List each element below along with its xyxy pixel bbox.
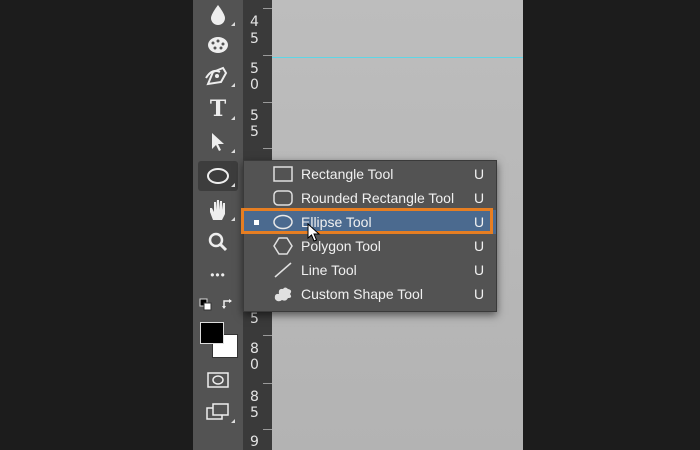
ruler-tick bbox=[263, 429, 272, 430]
tool-group-indicator bbox=[231, 217, 235, 221]
menu-item-line-tool[interactable]: Line Tool U bbox=[244, 258, 496, 282]
menu-item-rounded-rectangle-tool[interactable]: Rounded Rectangle Tool U bbox=[244, 186, 496, 210]
ellipse-icon bbox=[272, 213, 294, 231]
blur-tool[interactable] bbox=[198, 0, 238, 30]
menu-item-ellipse-tool[interactable]: Ellipse Tool U bbox=[244, 210, 496, 234]
custom-shape-icon bbox=[272, 285, 294, 303]
path-selection-tool[interactable] bbox=[198, 127, 238, 157]
default-colors-icon[interactable] bbox=[199, 298, 213, 312]
ellipse-icon bbox=[207, 168, 229, 184]
ruler-digit: 5 bbox=[250, 124, 259, 140]
ruler-digit: 9 bbox=[250, 434, 259, 450]
hand-tool[interactable] bbox=[198, 195, 238, 225]
workspace-background-right bbox=[523, 0, 700, 450]
arrow-icon bbox=[212, 133, 224, 151]
type-tool[interactable]: T bbox=[198, 94, 238, 124]
menu-item-label: Custom Shape Tool bbox=[301, 286, 423, 302]
ruler-tick bbox=[263, 8, 272, 9]
foreground-color-swatch[interactable] bbox=[200, 322, 224, 344]
menu-item-shortcut: U bbox=[474, 286, 485, 302]
ruler-digit: 5 bbox=[250, 61, 259, 77]
ruler-digit: 0 bbox=[250, 77, 259, 93]
ellipse-tool[interactable] bbox=[198, 161, 238, 191]
rectangle-icon bbox=[272, 165, 294, 183]
quick-mask-mode[interactable] bbox=[198, 365, 238, 395]
screen-mode-icon bbox=[206, 403, 229, 420]
tool-group-indicator bbox=[231, 149, 235, 153]
ruler-digit: 0 bbox=[250, 357, 259, 373]
ruler-tick bbox=[263, 55, 272, 56]
menu-item-shortcut: U bbox=[474, 166, 485, 182]
ruler-tick bbox=[263, 102, 272, 103]
pen-tool[interactable] bbox=[198, 61, 238, 91]
selected-indicator bbox=[254, 220, 259, 225]
sponge-icon bbox=[208, 37, 228, 53]
menu-item-shortcut: U bbox=[474, 190, 485, 206]
quick-mask-icon bbox=[207, 372, 229, 388]
menu-item-label: Line Tool bbox=[301, 262, 357, 278]
tool-group-indicator bbox=[231, 419, 235, 423]
tool-group-indicator bbox=[231, 183, 235, 187]
polygon-icon bbox=[272, 237, 294, 255]
line-icon bbox=[272, 261, 294, 279]
ellipsis-icon: ••• bbox=[210, 268, 226, 282]
ruler-digit: 5 bbox=[250, 405, 259, 421]
tool-group-indicator bbox=[231, 83, 235, 87]
menu-item-shortcut: U bbox=[474, 214, 485, 230]
ruler-digit: 8 bbox=[250, 389, 259, 405]
menu-item-custom-shape-tool[interactable]: Custom Shape Tool U bbox=[244, 282, 496, 306]
menu-item-rectangle-tool[interactable]: Rectangle Tool U bbox=[244, 162, 496, 186]
screen-mode[interactable] bbox=[198, 397, 238, 427]
menu-item-polygon-tool[interactable]: Polygon Tool U bbox=[244, 234, 496, 258]
horizontal-guide[interactable] bbox=[272, 57, 523, 58]
mouse-cursor-icon bbox=[307, 223, 321, 242]
drop-icon bbox=[211, 5, 225, 25]
ruler-tick bbox=[263, 383, 272, 384]
zoom-tool[interactable] bbox=[198, 227, 238, 257]
ruler-tick bbox=[263, 335, 272, 336]
ruler-digit: 4 bbox=[250, 14, 259, 30]
sponge-tool[interactable] bbox=[198, 30, 238, 60]
menu-item-shortcut: U bbox=[474, 262, 485, 278]
ruler-digit: 5 bbox=[250, 311, 259, 327]
menu-item-label: Rectangle Tool bbox=[301, 166, 394, 182]
tool-group-indicator bbox=[231, 116, 235, 120]
type-icon: T bbox=[209, 96, 227, 122]
more-tools[interactable]: ••• bbox=[198, 260, 238, 290]
menu-item-shortcut: U bbox=[474, 238, 485, 254]
ruler-digit: 8 bbox=[250, 341, 259, 357]
tool-group-indicator bbox=[231, 22, 235, 26]
workspace-background-left bbox=[0, 0, 193, 450]
pen-icon bbox=[205, 66, 228, 86]
ruler-tick bbox=[263, 148, 272, 149]
hand-icon bbox=[210, 200, 225, 220]
swap-colors-icon[interactable] bbox=[221, 298, 237, 312]
ruler-digit: 5 bbox=[250, 31, 259, 47]
shape-tools-flyout: Rectangle Tool U Rounded Rectangle Tool … bbox=[243, 160, 497, 312]
magnifier-icon bbox=[208, 232, 228, 252]
ruler-digit: 5 bbox=[250, 108, 259, 124]
menu-item-label: Rounded Rectangle Tool bbox=[301, 190, 455, 206]
rounded-rectangle-icon bbox=[272, 189, 294, 207]
